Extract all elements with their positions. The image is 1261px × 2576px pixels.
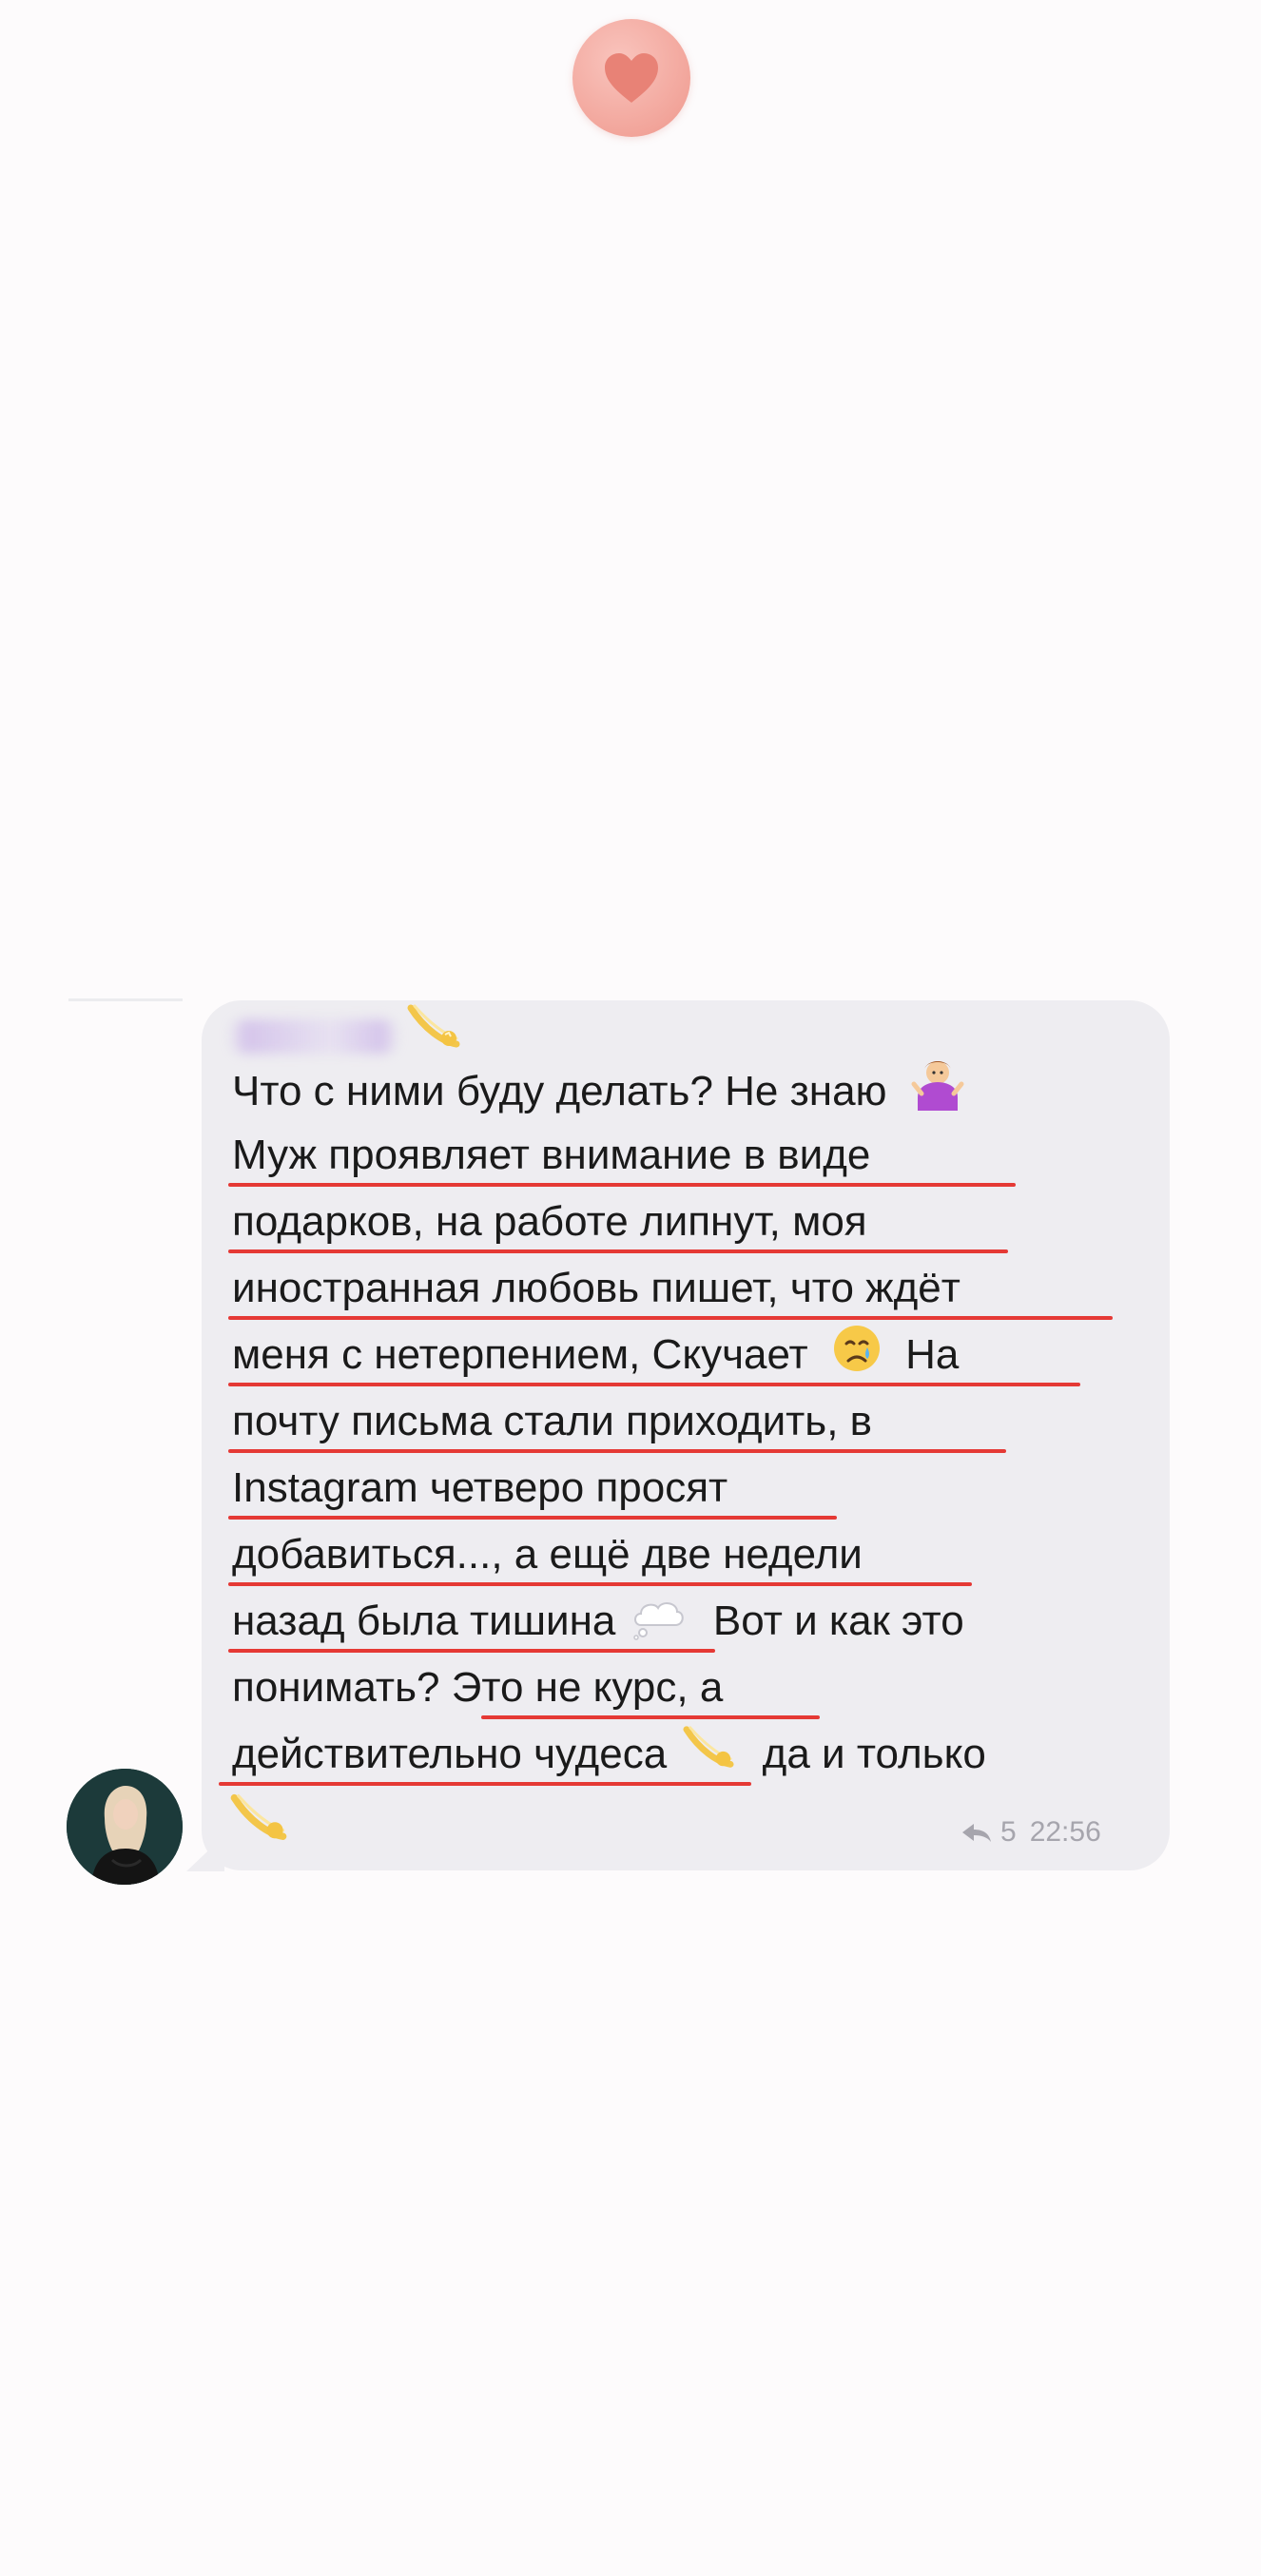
message-line-text: понимать? Это не курс, а: [232, 1664, 724, 1711]
highlight-underline: [228, 1516, 837, 1520]
message-line: добавиться..., а ещё две недели: [232, 1521, 863, 1588]
message-line-text: действительно чудеса: [232, 1731, 668, 1777]
message-line: подарков, на работе липнут, моя: [232, 1189, 867, 1255]
highlight-underline: [228, 1316, 1113, 1320]
highlight-underline: [228, 1249, 1008, 1253]
message-line-text: добавиться..., а ещё две недели: [232, 1531, 863, 1578]
reply-arrow-icon[interactable]: [960, 1822, 993, 1843]
reply-count: 5: [1000, 1816, 1017, 1848]
message-line: иностранная любовь пишет, что ждёт: [232, 1255, 960, 1322]
divider: [68, 998, 183, 1001]
message-line-text: Вот и как это: [712, 1598, 964, 1644]
highlight-underline: [228, 1582, 972, 1586]
thought-bubble-icon: [631, 1597, 685, 1640]
dizzy-comet-icon: [680, 1722, 737, 1773]
message-line: Муж проявляет внимание в виде: [232, 1122, 870, 1189]
message-line-text: Муж проявляет внимание в виде: [232, 1132, 871, 1178]
message-line-text: назад была тишина: [232, 1598, 616, 1644]
message-line-text: Instagram четверо просят: [232, 1464, 728, 1511]
heart-icon: [605, 53, 658, 103]
dizzy-comet-icon: [405, 1000, 462, 1054]
message-time: 22:56: [1029, 1816, 1101, 1848]
highlight-underline: [228, 1183, 1016, 1187]
message-line-text: да и только: [762, 1731, 986, 1777]
sender-name-redacted[interactable]: [228, 1019, 399, 1054]
message-line: действительно чудеса да и только: [232, 1721, 986, 1788]
highlight-underline: [481, 1715, 820, 1719]
highlight-underline: [228, 1383, 1080, 1386]
message-line: Instagram четверо просят: [232, 1455, 728, 1521]
message-line: Что с ними буду делать? Не знаю: [232, 1056, 965, 1122]
message-line-text: подарков, на работе липнут, моя: [232, 1198, 867, 1245]
message-meta: 5 22:56: [960, 1816, 1101, 1849]
message-line: назад была тишина Вот и как это: [232, 1588, 964, 1655]
user-avatar[interactable]: [67, 1769, 183, 1885]
message-line-text: Что с ними буду делать? Не знаю: [232, 1068, 887, 1114]
highlight-underline: [219, 1782, 751, 1786]
message-line: понимать? Это не курс, а: [232, 1655, 723, 1721]
message-line: меня с нетерпением, Скучает На: [232, 1322, 959, 1388]
message-line-text: почту письма стали приходить, в: [232, 1398, 873, 1444]
heart-badge: [572, 19, 690, 137]
message-line-text: На: [905, 1331, 960, 1378]
message-line-text: иностранная любовь пишет, что ждёт: [232, 1265, 960, 1311]
highlight-underline: [228, 1649, 715, 1653]
message-line: почту письма стали приходить, в: [232, 1388, 872, 1455]
message-line-text: меня с нетерпением, Скучает: [232, 1331, 808, 1378]
crying-face-icon: [831, 1323, 883, 1374]
woman-shrugging-icon: [910, 1056, 965, 1111]
highlight-underline: [228, 1449, 1006, 1453]
dizzy-comet-icon: [228, 1790, 289, 1847]
